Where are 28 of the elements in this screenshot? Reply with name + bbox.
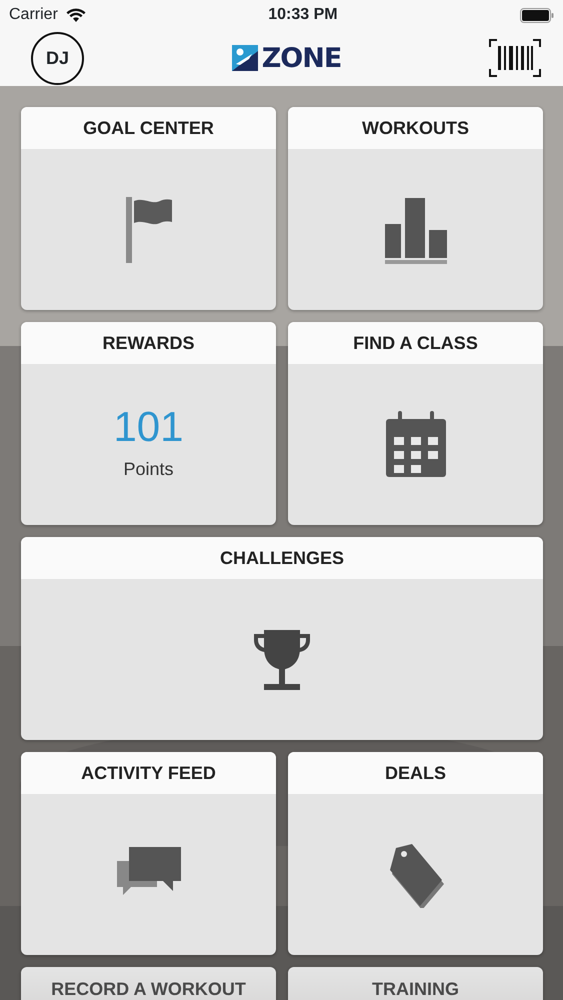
- points-label: Points: [123, 458, 174, 481]
- tile-title: WORKOUTS: [288, 107, 543, 149]
- logo-text: ZONE: [262, 44, 342, 72]
- menu-tile[interactable]: REWARDS 101 Points: [21, 322, 276, 525]
- menu-tile[interactable]: WORKOUTS: [288, 107, 543, 310]
- logo-mark-icon: [232, 45, 258, 71]
- points-value: 101: [113, 406, 184, 448]
- tile-title: GOAL CENTER: [21, 107, 276, 149]
- flag-icon: [124, 194, 174, 264]
- menu-tile[interactable]: DEALS: [288, 752, 543, 955]
- status-time: 10:33 PM: [268, 5, 338, 25]
- tile-title: REWARDS: [21, 322, 276, 364]
- tile-title: CHALLENGES: [21, 537, 543, 579]
- menu-tile[interactable]: RECORD A WORKOUT: [21, 967, 276, 1000]
- barcode-scan-icon: [488, 39, 541, 77]
- battery-icon: [520, 8, 554, 22]
- menu-tile[interactable]: TRAINING: [288, 967, 543, 1000]
- menu-tile[interactable]: CHALLENGES: [21, 537, 543, 740]
- tile-title: ACTIVITY FEED: [21, 752, 276, 794]
- tile-title: FIND A CLASS: [288, 322, 543, 364]
- bar-chart-icon: [382, 196, 448, 264]
- wifi-icon: [66, 8, 86, 22]
- carrier-label: Carrier: [9, 5, 58, 25]
- calendar-icon: [384, 410, 448, 478]
- menu-tile[interactable]: GOAL CENTER: [21, 107, 276, 310]
- tile-title: DEALS: [288, 752, 543, 794]
- menu-tile[interactable]: FIND A CLASS: [288, 322, 543, 525]
- menu-tile[interactable]: ACTIVITY FEED: [21, 752, 276, 955]
